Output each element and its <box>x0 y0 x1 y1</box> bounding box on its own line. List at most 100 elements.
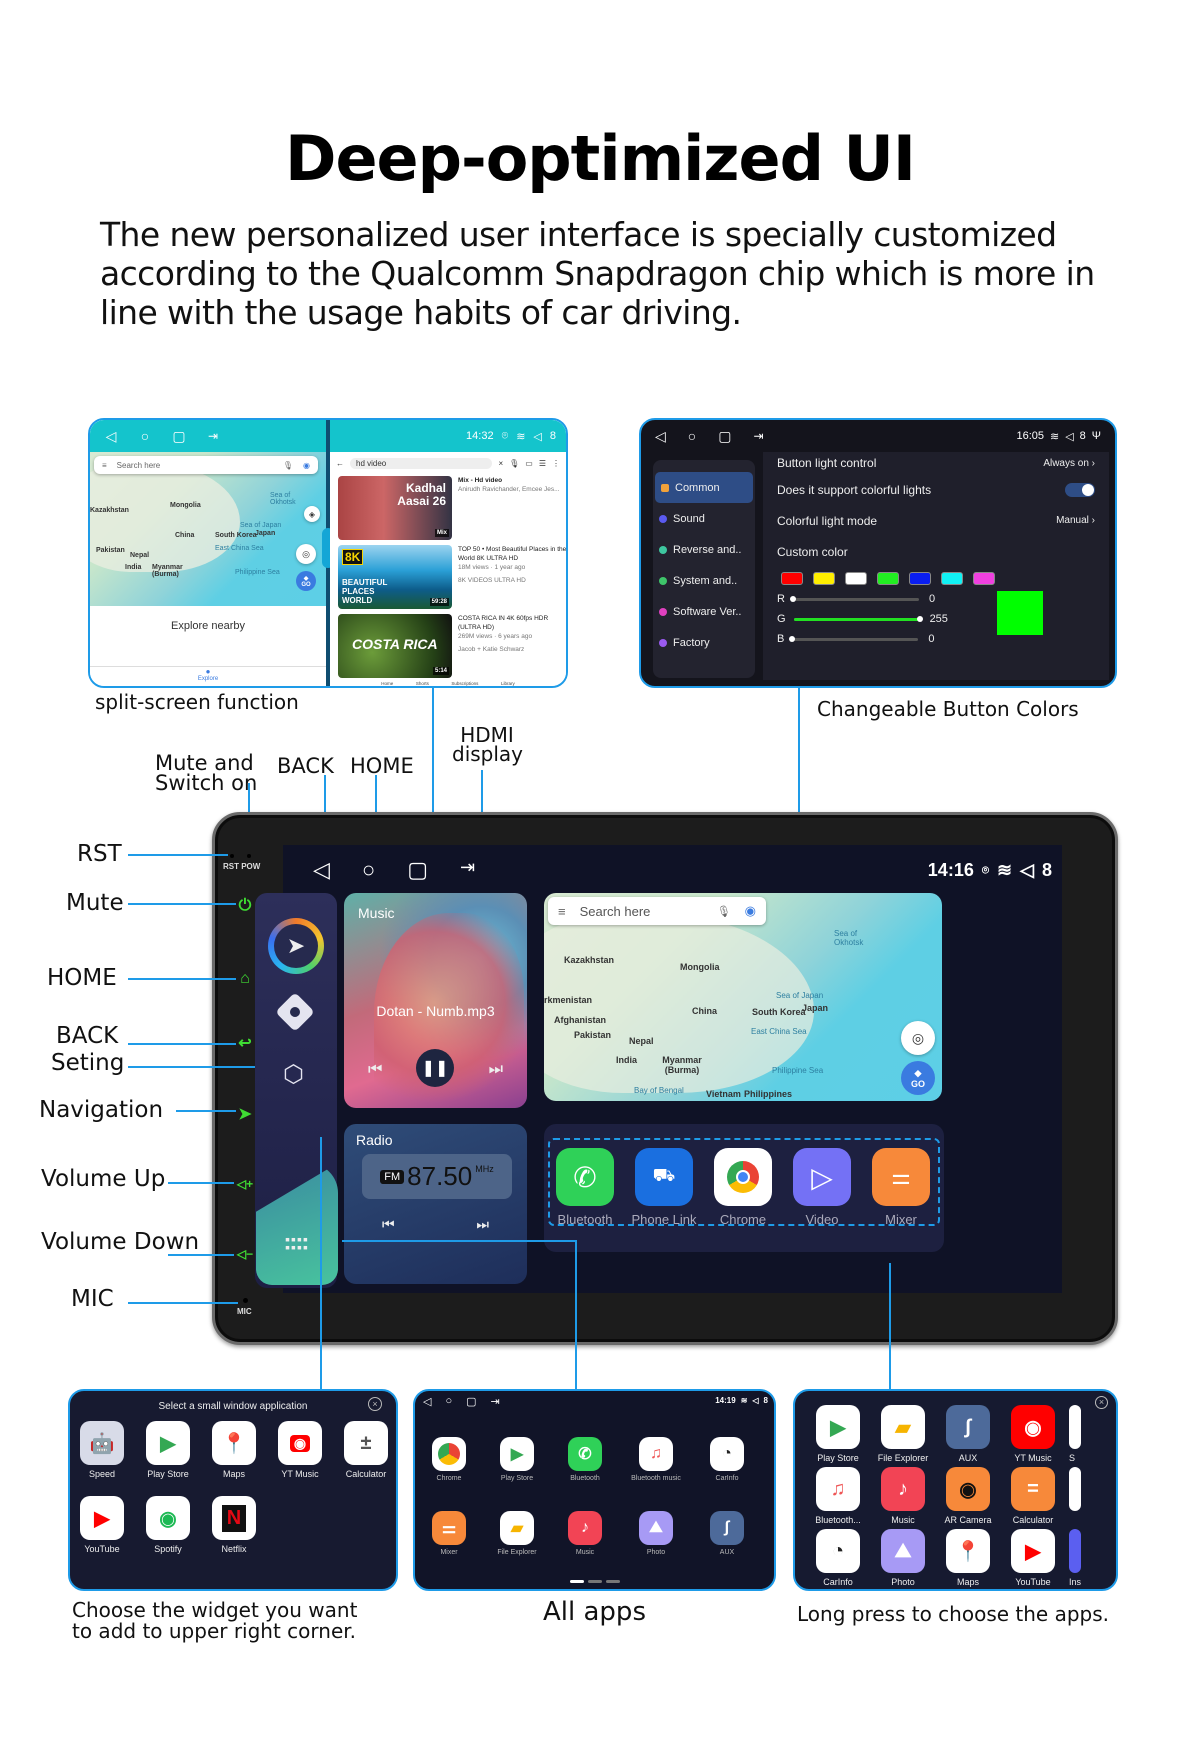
close-icon[interactable]: × <box>368 1397 382 1411</box>
mic-icon[interactable]: 🎙 <box>717 905 731 918</box>
tab-home[interactable]: Home <box>381 681 393 686</box>
power-hole[interactable] <box>247 854 251 858</box>
sidebar-item-common[interactable]: Common <box>655 472 753 503</box>
app-icon[interactable]: ⚌ Mixer <box>421 1511 477 1556</box>
account-icon[interactable]: ◉ <box>745 903 756 919</box>
app-icon[interactable]: = Calculator <box>1002 1467 1064 1525</box>
app-icon[interactable]: ♫ Bluetooth... <box>807 1467 869 1525</box>
music-widget[interactable]: Music Dotan - Numb.mp3 ⏮ ❚❚ ⏭ <box>344 893 527 1108</box>
more-icon[interactable]: ⋮ <box>552 459 560 468</box>
app-icon[interactable]: ◉ AR Camera <box>937 1467 999 1525</box>
map-search-bar[interactable]: ≡ Search here 🎙 ◉ <box>548 897 766 925</box>
widget-app[interactable]: 🤖 Speed <box>71 1421 133 1479</box>
recents-icon[interactable]: ▢ <box>407 857 428 883</box>
home-icon[interactable]: ○ <box>362 857 375 883</box>
recents-icon[interactable]: ▢ <box>466 1395 476 1408</box>
radio-widget[interactable]: Radio FM 87.50 MHz ⏮ ⏭ <box>344 1124 527 1284</box>
hdmi-icon[interactable]: ⇥ <box>206 429 220 443</box>
clear-icon[interactable]: × <box>498 459 503 468</box>
volume-down-button[interactable]: ◁− <box>236 1245 254 1263</box>
filter-icon[interactable]: ☰ <box>539 459 546 468</box>
color-swatch[interactable] <box>781 571 803 585</box>
my-location-button[interactable]: ◎ <box>296 544 316 564</box>
app-icon[interactable]: ◔ CarInfo <box>699 1437 755 1482</box>
rst-hole[interactable] <box>230 854 234 858</box>
widget-app[interactable]: ◉ Spotify <box>137 1496 199 1554</box>
video-item[interactable]: 8K BEAUTIFUL PLACES WORLD 59:28 TOP 50 •… <box>338 545 566 609</box>
map-search-input[interactable]: Search here <box>117 461 273 470</box>
back-icon[interactable]: ◁ <box>313 857 330 883</box>
colorful-light-mode-row[interactable]: Colorful light mode Manual › <box>777 505 1095 536</box>
map-view[interactable]: ≡ Search here 🎙 ◉ Kazakhstan Mongolia Ch… <box>90 452 326 606</box>
app-icon[interactable]: ▶ Play Store <box>489 1437 545 1482</box>
pause-button[interactable]: ❚❚ <box>416 1049 454 1087</box>
app-icon[interactable] <box>1067 1467 1116 1515</box>
menu-icon[interactable]: ≡ <box>558 904 566 919</box>
map-search-input[interactable]: Search here <box>580 904 703 919</box>
menu-icon[interactable]: ≡ <box>102 461 107 470</box>
widget-app[interactable]: ▶ YouTube <box>71 1496 133 1554</box>
sidebar-item-system[interactable]: System and.. <box>653 565 755 596</box>
hdmi-icon[interactable]: ⇥ <box>753 429 763 443</box>
home-icon[interactable]: ○ <box>688 428 696 444</box>
back-icon[interactable]: ◁ <box>423 1395 431 1408</box>
recents-icon[interactable]: ▢ <box>172 428 186 445</box>
map-widget[interactable]: ≡ Search here 🎙 ◉ Kazakhstan Mongolia rk… <box>544 893 942 1101</box>
color-swatch[interactable] <box>877 571 899 585</box>
hdmi-icon[interactable]: ⇥ <box>491 1395 500 1408</box>
explore-tab[interactable]: ● Explore <box>90 666 326 686</box>
app-icon[interactable]: ✆ Bluetooth <box>557 1437 613 1482</box>
app-icon[interactable]: ⛰ Photo <box>628 1511 684 1556</box>
cast-icon[interactable]: ▭ <box>525 459 533 468</box>
page-dot[interactable] <box>569 1580 584 1583</box>
navigation-app-button[interactable]: ➤ <box>268 918 324 974</box>
tab-library[interactable]: Library <box>501 681 515 686</box>
widget-app[interactable]: ◉ YT Music <box>269 1421 331 1479</box>
power-button[interactable]: ⏻ <box>236 897 254 915</box>
my-location-button[interactable]: ◎ <box>901 1021 935 1055</box>
widget-app[interactable]: ▶ Play Store <box>137 1421 199 1479</box>
widget-app[interactable]: ± Calculator <box>335 1421 396 1479</box>
page-indicator[interactable] <box>415 1580 774 1583</box>
app-phone-link[interactable]: ⛟ Phone Link <box>629 1148 699 1227</box>
sidebar-item-reverse[interactable]: Reverse and.. <box>653 534 755 565</box>
video-item[interactable]: Kadhal Aasai 26 Mix Mix - Hd video Anirud… <box>338 476 566 540</box>
sidebar-item-software[interactable]: Software Ver.. <box>653 596 755 627</box>
map-search-bar[interactable]: ≡ Search here 🎙 ◉ <box>94 456 318 474</box>
widget-app[interactable]: 📍 Maps <box>203 1421 265 1479</box>
video-item[interactable]: COSTA RICA 5:14 COSTA RICA IN 4K 60fps H… <box>338 614 566 678</box>
app-icon[interactable]: ⛰ Photo <box>872 1529 934 1587</box>
app-icon[interactable]: ▰ File Explorer <box>489 1511 545 1556</box>
home-icon[interactable]: ○ <box>138 428 152 444</box>
back-icon[interactable]: ◁ <box>655 428 666 445</box>
app-icon[interactable]: Ins <box>1067 1529 1116 1587</box>
widget-app[interactable]: N Netflix <box>203 1496 265 1554</box>
sidebar-item-factory[interactable]: Factory <box>653 627 755 658</box>
color-swatch[interactable] <box>845 571 867 585</box>
app-icon[interactable]: ◉ YT Music <box>1002 1405 1064 1463</box>
slider-knob[interactable] <box>789 595 796 602</box>
slider-knob[interactable] <box>916 615 923 622</box>
back-icon[interactable]: ◁ <box>104 428 118 445</box>
go-button[interactable]: ◆ GO <box>901 1061 935 1095</box>
mic-icon[interactable]: 🎙 <box>283 461 293 470</box>
account-icon[interactable]: ◉ <box>303 461 310 470</box>
app-icon[interactable]: 📍 Maps <box>937 1529 999 1587</box>
yt-search-input[interactable]: hd video <box>350 457 493 469</box>
red-slider[interactable] <box>789 595 919 602</box>
seek-back-button[interactable]: ⏮ <box>382 1216 395 1233</box>
app-bluetooth[interactable]: ✆ Bluetooth <box>550 1148 620 1227</box>
apps-cube-button[interactable]: ⬡ <box>283 1060 304 1089</box>
app-icon[interactable]: ♫ Bluetooth music <box>621 1437 691 1482</box>
go-button[interactable]: ◆ GO <box>296 571 316 591</box>
home-icon[interactable]: ○ <box>445 1395 452 1408</box>
hdmi-icon[interactable]: ⇥ <box>460 857 475 883</box>
volume-up-button[interactable]: ◁+ <box>236 1175 254 1193</box>
green-slider[interactable] <box>793 615 923 622</box>
app-icon[interactable]: Chrome <box>421 1437 477 1482</box>
color-swatch[interactable] <box>973 571 995 585</box>
slider-knob[interactable] <box>789 635 796 642</box>
app-icon[interactable]: ▶ Play Store <box>807 1405 869 1463</box>
app-icon[interactable]: S <box>1067 1405 1116 1463</box>
blue-slider[interactable] <box>789 635 919 642</box>
